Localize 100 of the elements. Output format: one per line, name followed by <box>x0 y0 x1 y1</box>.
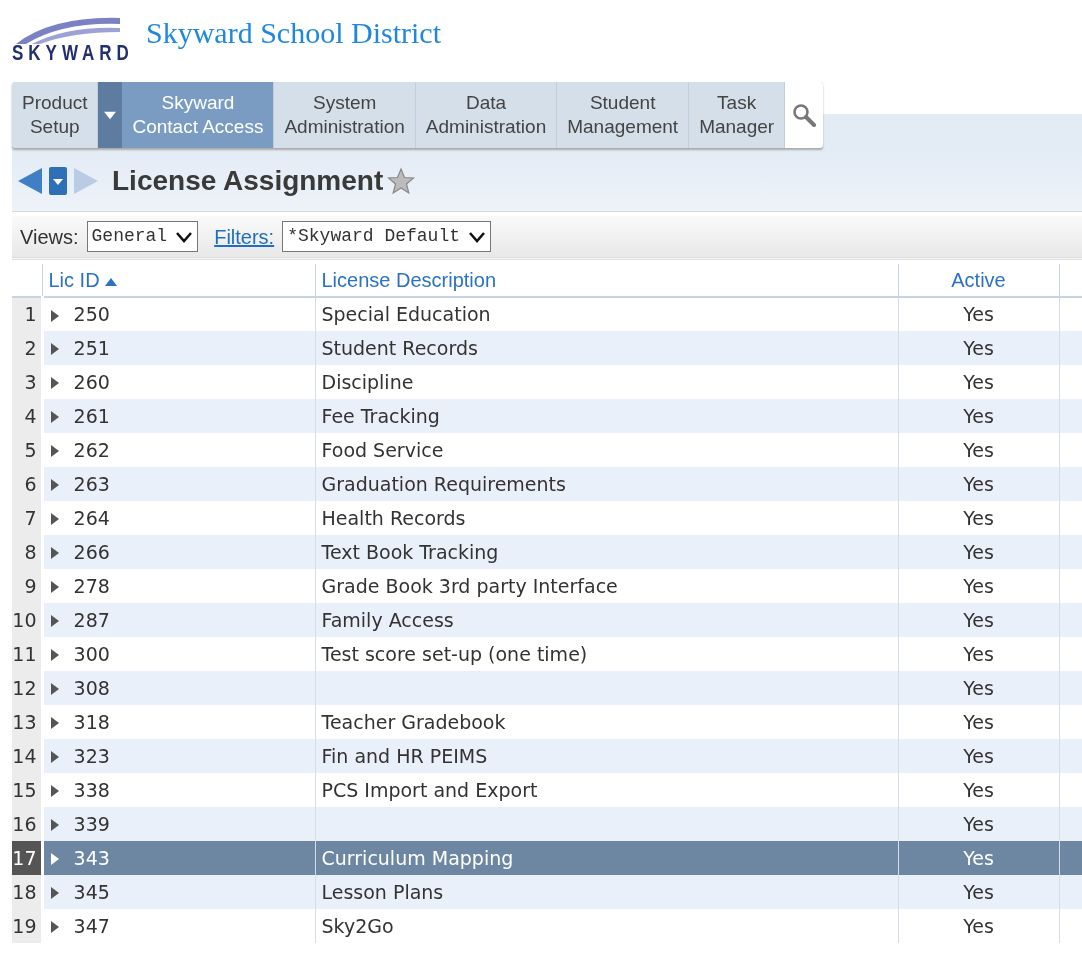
row-number: 17 <box>12 846 37 869</box>
expand-arrow-icon[interactable] <box>49 920 60 935</box>
table-cell: 347 <box>73 914 110 937</box>
table-cell: Yes <box>963 608 994 631</box>
row-number: 9 <box>24 574 37 597</box>
row-number: 2 <box>24 336 37 359</box>
table-cell: Fin and HR PEIMS <box>321 744 488 767</box>
column-header[interactable]: Active <box>951 269 1006 291</box>
expand-arrow-icon[interactable] <box>49 580 60 595</box>
row-number: 6 <box>24 472 37 495</box>
row-number: 5 <box>24 438 37 461</box>
table-cell: 251 <box>73 336 110 359</box>
row-number: 13 <box>12 710 37 733</box>
caret-icon <box>104 110 117 120</box>
row-number: 7 <box>24 506 37 529</box>
dropdown-button[interactable] <box>98 82 123 148</box>
table-cell: 250 <box>73 303 110 326</box>
row-number: 10 <box>12 608 37 631</box>
table-cell: 345 <box>73 880 110 903</box>
table-cell: Teacher Gradebook <box>321 710 506 733</box>
column-header[interactable]: License Description <box>321 269 497 291</box>
expand-arrow-icon[interactable] <box>49 818 60 833</box>
table-cell: Yes <box>963 370 994 393</box>
row-number: 15 <box>12 778 37 801</box>
table-cell: 261 <box>73 404 110 427</box>
table-cell: Curriculum Mapping <box>321 846 514 869</box>
table-cell: Yes <box>963 404 994 427</box>
views-select[interactable]: General <box>86 221 199 252</box>
expand-arrow-icon[interactable] <box>49 682 60 697</box>
row-number: 12 <box>12 676 37 699</box>
page-title: License Assignment <box>112 163 384 198</box>
table-cell: Lesson Plans <box>321 880 444 903</box>
table-cell: 287 <box>73 608 110 631</box>
row-number: 18 <box>12 880 37 903</box>
table-cell: 262 <box>73 438 110 461</box>
table-cell: 308 <box>73 676 110 699</box>
table-cell: Yes <box>963 438 994 461</box>
table-cell: 318 <box>73 710 110 733</box>
table-cell: Grade Book 3rd party Interface <box>321 574 618 597</box>
table-cell: Yes <box>963 914 994 937</box>
filters-link[interactable]: Filters: <box>214 221 275 252</box>
table-cell: Yes <box>963 778 994 801</box>
expand-arrow-icon[interactable] <box>49 512 60 527</box>
back-arrow-icon[interactable] <box>16 165 44 196</box>
table-cell: 343 <box>73 846 110 869</box>
row-number: 1 <box>24 303 37 326</box>
expand-arrow-icon[interactable] <box>49 648 60 663</box>
views-label: Views: <box>20 224 79 250</box>
expand-arrow-icon[interactable] <box>49 852 60 867</box>
table-cell: Fee Tracking <box>321 404 440 427</box>
expand-arrow-icon[interactable] <box>49 614 60 629</box>
expand-arrow-icon[interactable] <box>49 444 60 459</box>
chevron-icon <box>175 230 194 243</box>
table-cell: Text Book Tracking <box>321 540 499 563</box>
row-number: 16 <box>12 812 37 835</box>
table-cell: Food Service <box>321 438 444 461</box>
table-cell: 263 <box>73 472 110 495</box>
table-cell: 323 <box>73 744 110 767</box>
dropdown-icon[interactable] <box>48 165 68 196</box>
district-name: Skyward School District <box>145 15 441 51</box>
row-number: 19 <box>12 914 37 937</box>
table-cell: Special Education <box>321 303 491 326</box>
table-cell: Discipline <box>321 370 414 393</box>
table-cell: Yes <box>963 744 994 767</box>
table-cell: Yes <box>963 710 994 733</box>
table-cell: Yes <box>963 642 994 665</box>
table-cell: Student Records <box>321 336 478 359</box>
table-cell: Yes <box>963 336 994 359</box>
column-header[interactable]: Lic ID <box>48 269 100 291</box>
table-cell: Graduation Requirements <box>321 472 566 495</box>
nav-tab[interactable]: Student Management <box>557 82 690 148</box>
table-cell: 338 <box>73 778 110 801</box>
table-cell: 264 <box>73 506 110 529</box>
expand-arrow-icon[interactable] <box>49 376 60 391</box>
expand-arrow-icon[interactable] <box>49 784 60 799</box>
expand-arrow-icon[interactable] <box>49 546 60 561</box>
search-button[interactable] <box>785 82 824 148</box>
star-icon[interactable] <box>387 166 416 195</box>
table-cell: Yes <box>963 880 994 903</box>
table-cell: 266 <box>73 540 110 563</box>
table-cell: Yes <box>963 846 994 869</box>
expand-arrow-icon[interactable] <box>49 750 60 765</box>
table-cell: 300 <box>73 642 110 665</box>
table-cell: Yes <box>963 812 994 835</box>
table-cell: Sky2Go <box>321 914 394 937</box>
expand-arrow-icon[interactable] <box>49 308 60 323</box>
row-number: 8 <box>24 540 37 563</box>
row-number: 3 <box>24 370 37 393</box>
expand-arrow-icon[interactable] <box>49 342 60 357</box>
table-cell: Yes <box>963 303 994 326</box>
nav-tab[interactable]: Data Administration <box>415 82 558 148</box>
expand-arrow-icon[interactable] <box>49 478 60 493</box>
table-cell: Yes <box>963 540 994 563</box>
expand-arrow-icon[interactable] <box>49 410 60 425</box>
row-number: 11 <box>12 642 37 665</box>
table-cell: Yes <box>963 676 994 699</box>
filters-select[interactable]: *Skyward Default <box>282 221 491 252</box>
expand-arrow-icon[interactable] <box>49 886 60 901</box>
nav-tab[interactable]: System Administration <box>274 82 416 148</box>
expand-arrow-icon[interactable] <box>49 716 60 731</box>
